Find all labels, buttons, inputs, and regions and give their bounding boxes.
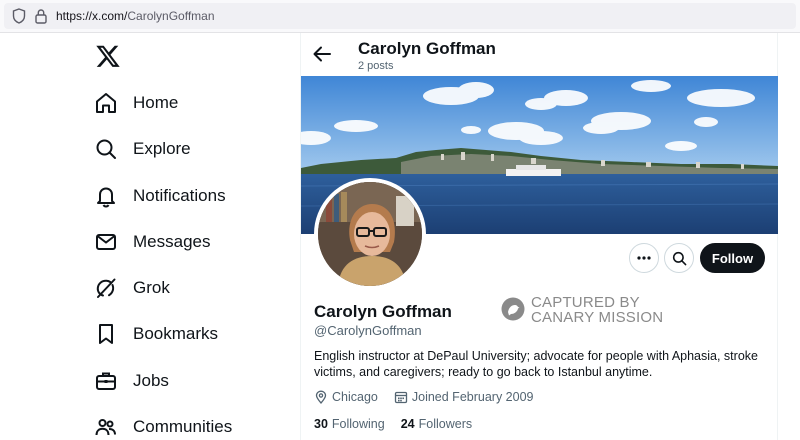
url-host: https://x.com/ [56,9,128,23]
sidebar-item-explore[interactable]: Explore [92,131,191,167]
sidebar-item-label: Home [133,93,179,112]
following-count: 30 [314,417,328,431]
sidebar-item-label: Jobs [133,371,169,390]
profile-column: Carolyn Goffman 2 posts Follow Carolyn G… [300,33,778,440]
bell-icon [92,182,120,210]
following-link[interactable]: 30 Following [314,417,385,431]
sidebar-item-label: Messages [133,232,211,251]
profile-meta: Chicago Joined February 2009 [314,390,549,404]
url-path: CarolynGoffman [127,9,215,23]
location-pin-icon [315,390,327,404]
back-arrow-icon[interactable] [311,43,333,65]
profile-handle: @CarolynGoffman [314,323,422,338]
sidebar-item-grok[interactable]: Grok [92,270,170,306]
search-icon [92,135,120,163]
canary-mission-watermark: CAPTURED BY CANARY MISSION [501,295,663,327]
profile-name: Carolyn Goffman [314,302,452,321]
watermark-line-2: CANARY MISSION [531,309,664,326]
sidebar-item-label: Explore [133,139,191,158]
location-text: Chicago [332,390,378,404]
follow-stats: 30 Following 24 Followers [314,417,488,431]
url-text[interactable]: https://x.com/CarolynGoffman [56,9,215,23]
following-label: Following [331,417,385,431]
followers-label: Followers [418,417,473,431]
more-options-button[interactable] [629,243,659,273]
avatar[interactable] [314,178,426,290]
sidebar-item-jobs[interactable]: Jobs [92,363,169,399]
header-title: Carolyn Goffman [358,39,496,58]
briefcase-icon [92,367,120,395]
joined-date: Joined February 2009 [411,390,534,404]
watermark-line-1: CAPTURED BY [531,294,640,311]
sidebar-item-messages[interactable]: Messages [92,224,210,260]
post-count: 2 posts [358,60,394,72]
bird-badge-icon [501,297,525,321]
x-logo-icon[interactable] [95,43,121,69]
followers-link[interactable]: 24 Followers [401,417,472,431]
sidebar-item-communities[interactable]: Communities [92,409,232,440]
people-icon [92,413,120,440]
search-icon [672,251,686,265]
watermark-text: CAPTURED BY CANARY MISSION [531,295,663,325]
sidebar-item-label: Notifications [133,186,226,205]
more-dots-icon [637,256,651,260]
shield-icon[interactable] [12,8,26,24]
bookmark-icon [92,320,120,348]
sidebar-item-notifications[interactable]: Notifications [92,178,226,214]
location-item: Chicago [314,390,378,404]
grok-icon [92,274,120,302]
lock-icon[interactable] [34,8,48,24]
search-profile-button[interactable] [664,243,694,273]
joined-item: Joined February 2009 [394,390,534,404]
envelope-icon [92,228,120,256]
sidebar-item-bookmarks[interactable]: Bookmarks [92,316,218,352]
calendar-icon [394,391,408,404]
home-icon [92,89,120,117]
follow-button[interactable]: Follow [700,243,765,273]
sidebar-item-label: Communities [133,417,233,436]
followers-count: 24 [400,417,415,431]
browser-toolbar: https://x.com/CarolynGoffman [0,0,800,33]
sidebar-item-label: Grok [133,278,170,297]
sidebar-item-home[interactable]: Home [92,85,178,121]
address-bar[interactable]: https://x.com/CarolynGoffman [4,3,796,29]
sidebar-item-label: Bookmarks [133,324,219,343]
profile-bio: English instructor at DePaul University;… [314,349,758,379]
